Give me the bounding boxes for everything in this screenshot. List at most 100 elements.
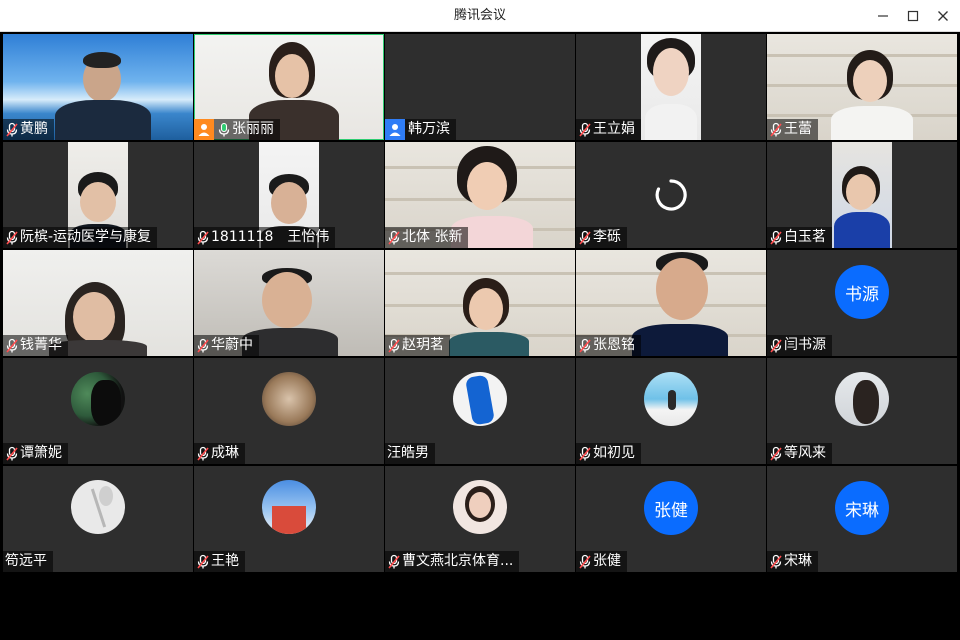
- participant-avatar: [71, 480, 125, 534]
- mic-muted-icon: [769, 446, 783, 462]
- video-tile[interactable]: 宋琳 宋琳: [767, 466, 957, 572]
- mic-active-icon: [217, 122, 231, 138]
- participant-video: [832, 142, 892, 248]
- participant-name-label: 张丽丽: [194, 119, 280, 140]
- mic-muted-icon: [769, 122, 783, 138]
- participant-name-label: 1811118 王怡伟: [194, 227, 336, 248]
- participant-avatar: [262, 480, 316, 534]
- participant-name-label: 张健: [576, 551, 627, 572]
- video-tile[interactable]: 赵玥茗: [385, 250, 575, 356]
- participant-name-label: 汪皓男: [385, 443, 435, 464]
- participant-name-label: 等风来: [767, 443, 832, 464]
- mic-muted-icon: [578, 554, 592, 570]
- participant-avatar: 宋琳: [835, 481, 889, 535]
- maximize-button[interactable]: [898, 0, 928, 32]
- mic-muted-icon: [5, 446, 19, 462]
- title-bar: 腾讯会议: [0, 0, 960, 32]
- mic-muted-icon: [5, 338, 19, 354]
- participant-video: [43, 52, 163, 140]
- mic-muted-icon: [387, 554, 401, 570]
- video-grid: 黄鹏 张丽丽 韩万滨 王立娟 王蕾 阮槟-运动医学与康复 1811118 王怡伟…: [3, 34, 957, 604]
- participant-name-label: 钱菁华: [3, 335, 68, 356]
- mic-muted-icon: [578, 338, 592, 354]
- participant-video: [641, 34, 701, 140]
- participant-video: [449, 278, 529, 356]
- participant-name-label: 王蕾: [767, 119, 818, 140]
- mic-muted-icon: [578, 230, 592, 246]
- participant-name-label: 曹文燕北京体育...: [385, 551, 520, 572]
- user-icon: [385, 119, 405, 140]
- maximize-icon: [907, 10, 919, 22]
- loading-spinner-icon: [655, 179, 687, 211]
- participant-name-label: 北体 张新: [385, 227, 469, 248]
- participant-avatar: 张健: [644, 481, 698, 535]
- participant-avatar: [644, 372, 698, 426]
- mic-muted-icon: [387, 230, 401, 246]
- mic-muted-icon: [5, 230, 19, 246]
- video-tile[interactable]: 张丽丽: [194, 34, 384, 140]
- minimize-button[interactable]: [868, 0, 898, 32]
- video-tile[interactable]: 王蕾: [767, 34, 957, 140]
- video-tile[interactable]: 阮槟-运动医学与康复: [3, 142, 193, 248]
- close-button[interactable]: [928, 0, 958, 32]
- minimize-icon: [878, 15, 888, 17]
- mic-muted-icon: [578, 446, 592, 462]
- participant-name-label: 华蔚中: [194, 335, 259, 356]
- video-tile[interactable]: 1811118 王怡伟: [194, 142, 384, 248]
- participant-name-label: 谭箫妮: [3, 443, 68, 464]
- participant-name-label: 白玉茗: [767, 227, 832, 248]
- video-tile[interactable]: 李砾: [576, 142, 766, 248]
- mic-muted-icon: [769, 554, 783, 570]
- mic-muted-icon: [578, 122, 592, 138]
- participant-name-label: 如初见: [576, 443, 641, 464]
- participant-avatar: [835, 372, 889, 426]
- host-user-icon: [194, 119, 214, 140]
- participant-name-label: 阮槟-运动医学与康复: [3, 227, 158, 248]
- video-tile[interactable]: 如初见: [576, 358, 766, 464]
- video-tile[interactable]: 北体 张新: [385, 142, 575, 248]
- participant-avatar: [453, 372, 507, 426]
- video-tile[interactable]: 王立娟: [576, 34, 766, 140]
- mic-muted-icon: [5, 122, 19, 138]
- window-title: 腾讯会议: [453, 8, 506, 23]
- participant-name-label: 黄鹏: [3, 119, 54, 140]
- video-tile[interactable]: 曹文燕北京体育...: [385, 466, 575, 572]
- participant-name-label: 王立娟: [576, 119, 641, 140]
- participant-avatar: [71, 372, 125, 426]
- video-tile[interactable]: 谭箫妮: [3, 358, 193, 464]
- mic-muted-icon: [196, 446, 210, 462]
- participant-name-label: 韩万滨: [385, 119, 456, 140]
- mic-muted-icon: [196, 230, 210, 246]
- video-tile[interactable]: 汪皓男: [385, 358, 575, 464]
- video-tile[interactable]: 王艳: [194, 466, 384, 572]
- mic-muted-icon: [769, 230, 783, 246]
- participant-video: [827, 50, 917, 140]
- participant-name-label: 宋琳: [767, 551, 818, 572]
- participant-avatar: 书源: [835, 265, 889, 319]
- mic-muted-icon: [196, 338, 210, 354]
- participant-name-label: 张恩铭: [576, 335, 641, 356]
- mic-muted-icon: [196, 554, 210, 570]
- participant-name-label: 李砾: [576, 227, 627, 248]
- participant-avatar: [262, 372, 316, 426]
- participant-name-label: 赵玥茗: [385, 335, 450, 356]
- participant-name-label: 成琳: [194, 443, 245, 464]
- video-tile[interactable]: 笱远平: [3, 466, 193, 572]
- participant-avatar: [453, 480, 507, 534]
- video-tile[interactable]: 张健 张健: [576, 466, 766, 572]
- close-icon: [938, 11, 948, 21]
- video-tile[interactable]: 华蔚中: [194, 250, 384, 356]
- video-tile[interactable]: 成琳: [194, 358, 384, 464]
- mic-muted-icon: [387, 338, 401, 354]
- video-tile[interactable]: 书源 闫书源: [767, 250, 957, 356]
- video-tile[interactable]: 黄鹏: [3, 34, 193, 140]
- participant-name-label: 王艳: [194, 551, 245, 572]
- participant-name-label: 闫书源: [767, 335, 832, 356]
- mic-muted-icon: [769, 338, 783, 354]
- participant-video: [630, 252, 730, 356]
- video-tile[interactable]: 等风来: [767, 358, 957, 464]
- video-tile[interactable]: 张恩铭: [576, 250, 766, 356]
- video-tile[interactable]: 韩万滨: [385, 34, 575, 140]
- video-tile[interactable]: 白玉茗: [767, 142, 957, 248]
- video-tile[interactable]: 钱菁华: [3, 250, 193, 356]
